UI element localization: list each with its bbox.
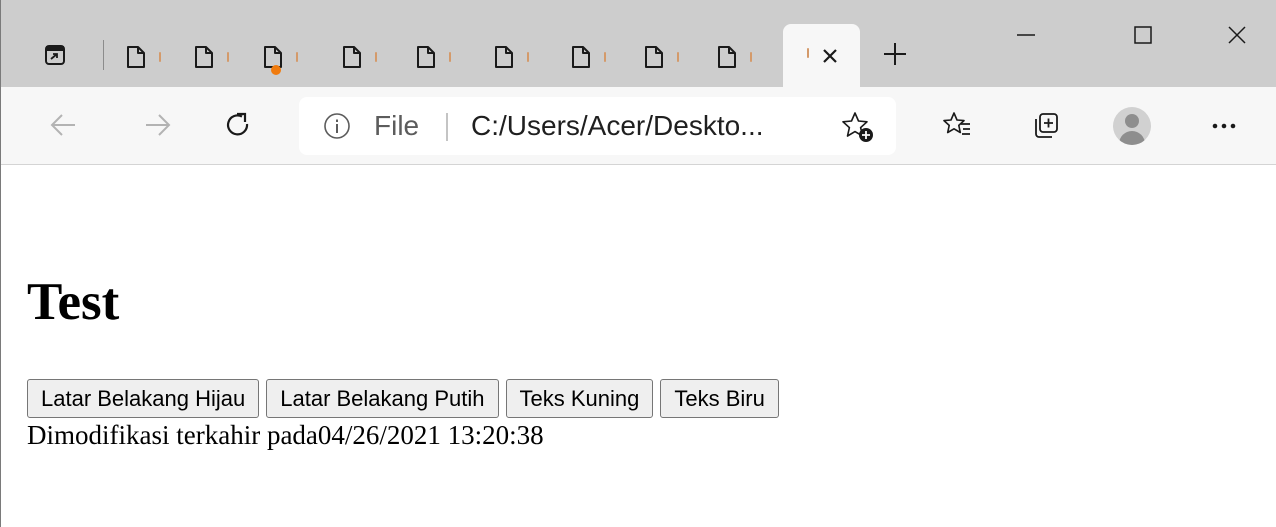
tab-3[interactable]	[244, 28, 302, 86]
tab-title-fade	[604, 52, 606, 62]
page-icon	[195, 46, 213, 68]
window-close-icon	[1228, 26, 1246, 44]
last-modified-text: Dimodifikasi terkahir pada04/26/2021 13:…	[27, 420, 544, 450]
tab-title-fade	[527, 52, 529, 62]
page-icon	[495, 46, 513, 68]
url-text[interactable]: C:/Users/Acer/Deskto...	[471, 111, 764, 141]
page-icon	[718, 46, 736, 68]
browser-window: File C:/Users/Acer/Deskto... Test Latar …	[0, 0, 1276, 527]
page-icon	[127, 46, 145, 68]
tab-active[interactable]	[783, 24, 860, 87]
add-favorite-button[interactable]	[840, 109, 876, 145]
forward-arrow-icon	[146, 114, 171, 136]
green-background-button[interactable]: Latar Belakang Hijau	[27, 379, 260, 418]
tab-1[interactable]	[107, 28, 165, 86]
tab-title-fade	[807, 48, 809, 58]
tab-7[interactable]	[552, 28, 610, 86]
minimize-button[interactable]	[986, 0, 1066, 70]
back-button[interactable]	[39, 101, 87, 149]
collections-button[interactable]	[1021, 101, 1069, 149]
close-icon	[823, 49, 837, 63]
address-bar[interactable]: File C:/Users/Acer/Deskto...	[299, 97, 896, 155]
tab-title-fade	[296, 52, 298, 62]
tab-alert-dot	[271, 65, 281, 75]
collections-icon	[1035, 113, 1058, 138]
tab-separator	[103, 40, 104, 70]
tab-8[interactable]	[625, 28, 683, 86]
tab-title-fade	[449, 52, 451, 62]
tab-5[interactable]	[397, 28, 455, 86]
yellow-text-button[interactable]: Teks Kuning	[505, 379, 654, 418]
tab-title-fade	[227, 52, 229, 62]
tab-title-fade	[677, 52, 679, 62]
tab-actions-icon	[45, 45, 65, 65]
page-icon	[572, 46, 590, 68]
more-button[interactable]	[1206, 111, 1242, 141]
tab-title-fade	[159, 52, 161, 62]
info-icon[interactable]	[323, 112, 351, 140]
refresh-button[interactable]	[214, 101, 262, 149]
page-icon	[645, 46, 663, 68]
site-scheme-label: File	[374, 110, 420, 141]
tab-6[interactable]	[475, 28, 533, 86]
favorites-button[interactable]	[933, 101, 981, 149]
page-icon	[343, 46, 361, 68]
tab-strip	[1, 0, 1276, 87]
blue-text-button[interactable]: Teks Biru	[660, 379, 779, 418]
add-favorite-icon	[842, 112, 873, 142]
tab-9[interactable]	[698, 28, 756, 86]
tab-close-button[interactable]	[816, 42, 844, 70]
tab-2[interactable]	[175, 28, 233, 86]
favorites-icon	[943, 112, 970, 135]
profile-button[interactable]	[1113, 107, 1151, 145]
page-viewport: Test Latar Belakang Hijau Latar Belakang…	[1, 166, 1276, 527]
page-icon	[417, 46, 435, 68]
profile-icon	[1125, 114, 1139, 128]
plus-icon	[884, 43, 906, 65]
button-row: Latar Belakang Hijau Latar Belakang Puti…	[27, 379, 779, 418]
tab-4[interactable]	[323, 28, 381, 86]
omnibox-separator	[446, 113, 448, 141]
maximize-icon	[1134, 26, 1152, 44]
tab-title-fade	[750, 52, 752, 62]
new-tab-button[interactable]	[875, 34, 915, 74]
white-background-button[interactable]: Latar Belakang Putih	[266, 379, 499, 418]
page-heading: Test	[27, 273, 120, 331]
toolbar: File C:/Users/Acer/Deskto...	[1, 87, 1276, 165]
maximize-button[interactable]	[1103, 0, 1183, 70]
tab-title-fade	[375, 52, 377, 62]
tab-actions-button[interactable]	[38, 38, 72, 72]
back-arrow-icon	[50, 114, 75, 136]
refresh-icon	[226, 112, 249, 136]
more-icon	[1212, 123, 1236, 129]
minimize-icon	[1017, 34, 1035, 36]
window-close-button[interactable]	[1197, 0, 1276, 70]
forward-button[interactable]	[134, 101, 182, 149]
